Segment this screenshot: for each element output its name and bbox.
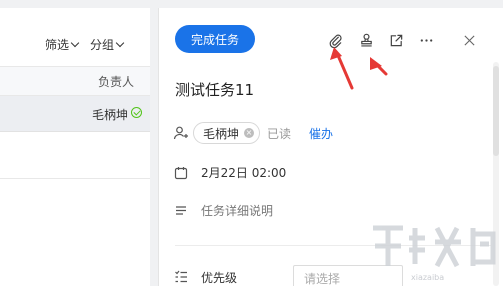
assignee-name: 毛柄坤 <box>203 126 240 141</box>
scrollbar-thumb[interactable] <box>493 66 499 156</box>
complete-task-button[interactable]: 完成任务 <box>175 25 255 53</box>
due-date[interactable]: 2月22日 02:00 <box>201 164 286 181</box>
priority-select[interactable]: 请选择 <box>293 265 403 286</box>
add-user-icon[interactable] <box>173 125 189 141</box>
divider <box>175 245 491 246</box>
open-new-window-icon[interactable] <box>388 32 404 48</box>
task-description[interactable]: 任务详细说明 <box>201 202 273 219</box>
check-circle-icon <box>131 107 142 118</box>
group-dropdown[interactable]: 分组 <box>90 36 125 53</box>
scrollbar[interactable] <box>493 62 499 286</box>
more-icon[interactable] <box>418 32 434 48</box>
attachment-icon[interactable] <box>327 32 343 48</box>
chevron-down-icon <box>115 38 125 48</box>
list-column-header: 负责人 <box>0 66 150 96</box>
task-detail-panel: 完成任务 测试任务11 毛柄坤 × 已读 催办 2月22日 02:00 任务详细… <box>158 8 503 286</box>
divider <box>0 178 150 179</box>
filter-dropdown[interactable]: 筛选 <box>45 36 80 53</box>
priority-label: 优先级 <box>201 271 238 285</box>
priority-icon <box>173 269 189 285</box>
description-icon <box>173 203 189 219</box>
calendar-icon <box>173 165 189 181</box>
group-label: 分组 <box>90 38 115 52</box>
chevron-down-icon <box>70 38 80 48</box>
list-toolbar: 筛选 分组 <box>45 36 125 53</box>
row-owner-name: 毛柄坤 <box>91 108 128 122</box>
read-status: 已读 <box>267 127 292 141</box>
assignee-chip[interactable]: 毛柄坤 × <box>193 122 261 144</box>
close-icon[interactable] <box>461 32 477 48</box>
filter-label: 筛选 <box>45 38 70 52</box>
column-owner-header[interactable]: 负责人 <box>98 73 134 90</box>
task-title[interactable]: 测试任务11 <box>175 79 254 100</box>
stamp-icon[interactable] <box>358 32 374 48</box>
task-list-panel: 筛选 分组 <box>0 8 150 286</box>
table-row[interactable]: 毛柄坤 <box>0 96 150 132</box>
remove-assignee-icon[interactable]: × <box>244 128 255 138</box>
urge-link[interactable]: 催办 <box>309 125 333 142</box>
